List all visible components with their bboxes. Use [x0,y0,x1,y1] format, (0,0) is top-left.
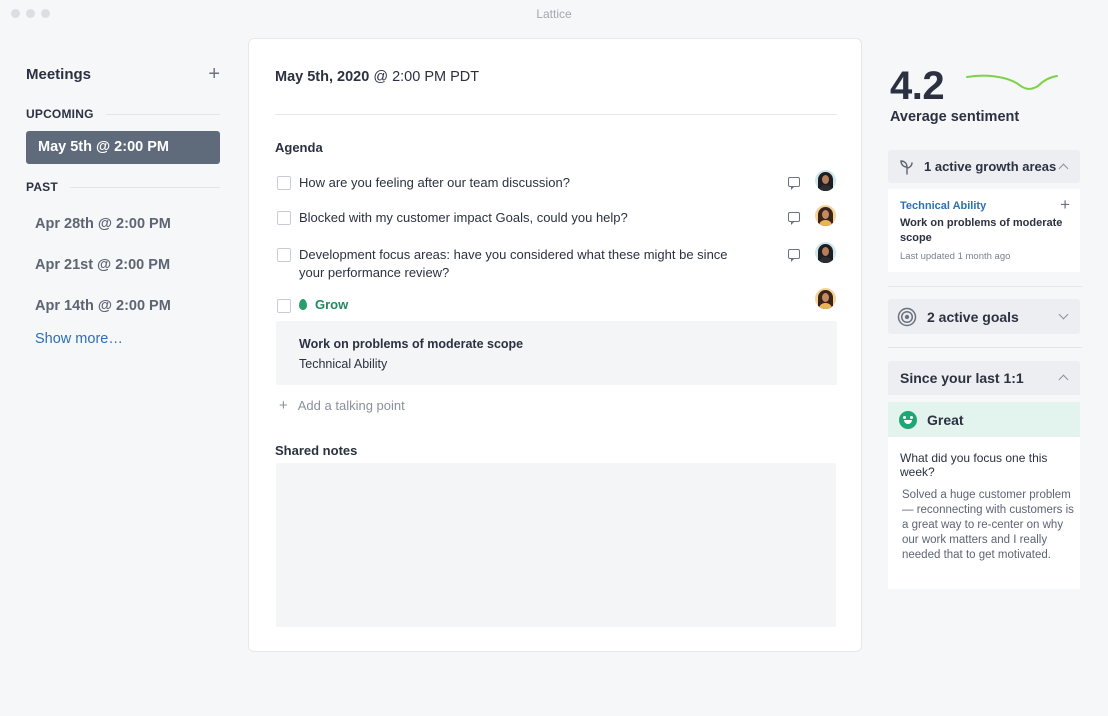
agenda-item-checkbox[interactable] [277,211,291,225]
checkin-question: What did you focus one this week? [900,451,1048,479]
panel-divider [888,347,1082,348]
comment-icon[interactable] [788,212,800,225]
sidebar-header: Meetings + [26,56,220,92]
panel-divider [888,286,1082,287]
meeting-date: May 5th, 2020 [275,69,370,85]
show-more-link[interactable]: Show more… [26,331,220,347]
agenda-heading: Agenda [275,140,323,155]
add-meeting-button[interactable]: + [208,64,220,84]
meeting-time: @ 2:00 PM PDT [373,69,480,85]
agenda-item-text: How are you feeling after our team discu… [299,175,570,190]
growth-icon [900,159,913,175]
chevron-down-icon [1058,309,1069,320]
meeting-card: May 5th, 2020 @ 2:00 PM PDT Agenda How a… [248,38,862,652]
sidebar-item-upcoming-meeting[interactable]: May 5th @ 2:00 PM [26,131,220,164]
goal-title: Work on problems of moderate scope [299,337,524,351]
agenda-item-checkbox[interactable] [277,176,291,190]
avatar [815,205,836,226]
growth-area-category-link[interactable]: Technical Ability [900,200,986,212]
agenda-item: Development focus areas: have you consid… [277,242,837,282]
sentiment-label: Average sentiment [890,109,1020,125]
growth-areas-header[interactable]: 1 active growth areas [888,150,1080,183]
leaf-icon [299,299,307,310]
agenda-item-text: Blocked with my customer impact Goals, c… [299,210,628,225]
checkin-question-card: What did you focus one this week? Solved… [888,437,1080,589]
section-divider [69,186,220,188]
section-divider [105,113,220,115]
header-divider [275,114,837,115]
checkin-answer: Solved a huge customer problem — reconne… [902,489,1074,561]
past-label: PAST [26,180,58,194]
sentiment-value: 4.2 [890,64,945,108]
add-talking-point-button[interactable]: + Add a talking point [279,397,405,414]
past-section-header: PAST [26,179,220,195]
window-title: Lattice [536,7,572,21]
meetings-sidebar: Meetings + UPCOMING May 5th @ 2:00 PM PA… [26,56,220,347]
mood-label: Great [927,411,964,428]
chevron-up-icon [1058,163,1069,174]
add-growth-area-button[interactable]: + [1060,196,1070,213]
shared-notes-heading: Shared notes [275,443,358,458]
grow-goal-box[interactable]: Work on problems of moderate scope Techn… [276,321,837,385]
since-last-header[interactable]: Since your last 1:1 [888,361,1080,395]
chevron-up-icon [1058,374,1069,385]
sentiment-summary: 4.2 Average sentiment [888,60,1080,130]
goal-category: Technical Ability [299,357,388,371]
agenda-item: Blocked with my customer impact Goals, c… [277,205,837,227]
shared-notes-editor[interactable] [276,463,836,627]
mood-row: Great [888,402,1080,437]
comment-icon[interactable] [788,249,800,262]
agenda-item-checkbox[interactable] [277,248,291,262]
agenda-item-text: Development focus areas: have you consid… [299,247,728,280]
comment-icon[interactable] [788,177,800,190]
agenda-item-grow: Grow [277,288,837,313]
insights-panel: 4.2 Average sentiment [888,60,1080,130]
sidebar-item-past-meeting[interactable]: Apr 14th @ 2:00 PM [26,286,220,327]
smiley-icon [899,410,917,429]
agenda-item: How are you feeling after our team discu… [277,170,837,192]
agenda-item-checkbox[interactable] [277,299,291,313]
upcoming-section-header: UPCOMING [26,106,220,122]
avatar [815,288,836,309]
active-goals-header-label: 2 active goals [927,308,1019,325]
grow-label: Grow [315,297,349,312]
growth-area-title: Work on problems of moderate scope [900,217,1063,244]
active-goals-header[interactable]: 2 active goals [888,299,1080,334]
window-titlebar: Lattice [0,0,1108,28]
meeting-datetime: May 5th, 2020 @ 2:00 PM PDT [275,69,479,85]
target-icon [897,307,917,326]
grow-tag: Grow [299,297,348,312]
avatar [815,170,836,191]
plus-icon: + [279,397,288,414]
upcoming-label: UPCOMING [26,107,94,121]
sidebar-item-past-meeting[interactable]: Apr 21st @ 2:00 PM [26,245,220,286]
avatar [815,242,836,263]
sidebar-item-past-meeting[interactable]: Apr 28th @ 2:00 PM [26,204,220,245]
growth-area-updated: Last updated 1 month ago [900,251,1011,262]
since-last-header-label: Since your last 1:1 [900,370,1024,386]
growth-area-card: Technical Ability + Work on problems of … [888,189,1080,272]
sidebar-title: Meetings [26,65,92,83]
growth-areas-header-label: 1 active growth areas [924,159,1057,174]
sentiment-sparkline [966,74,1058,90]
add-talking-point-label: Add a talking point [297,398,405,413]
